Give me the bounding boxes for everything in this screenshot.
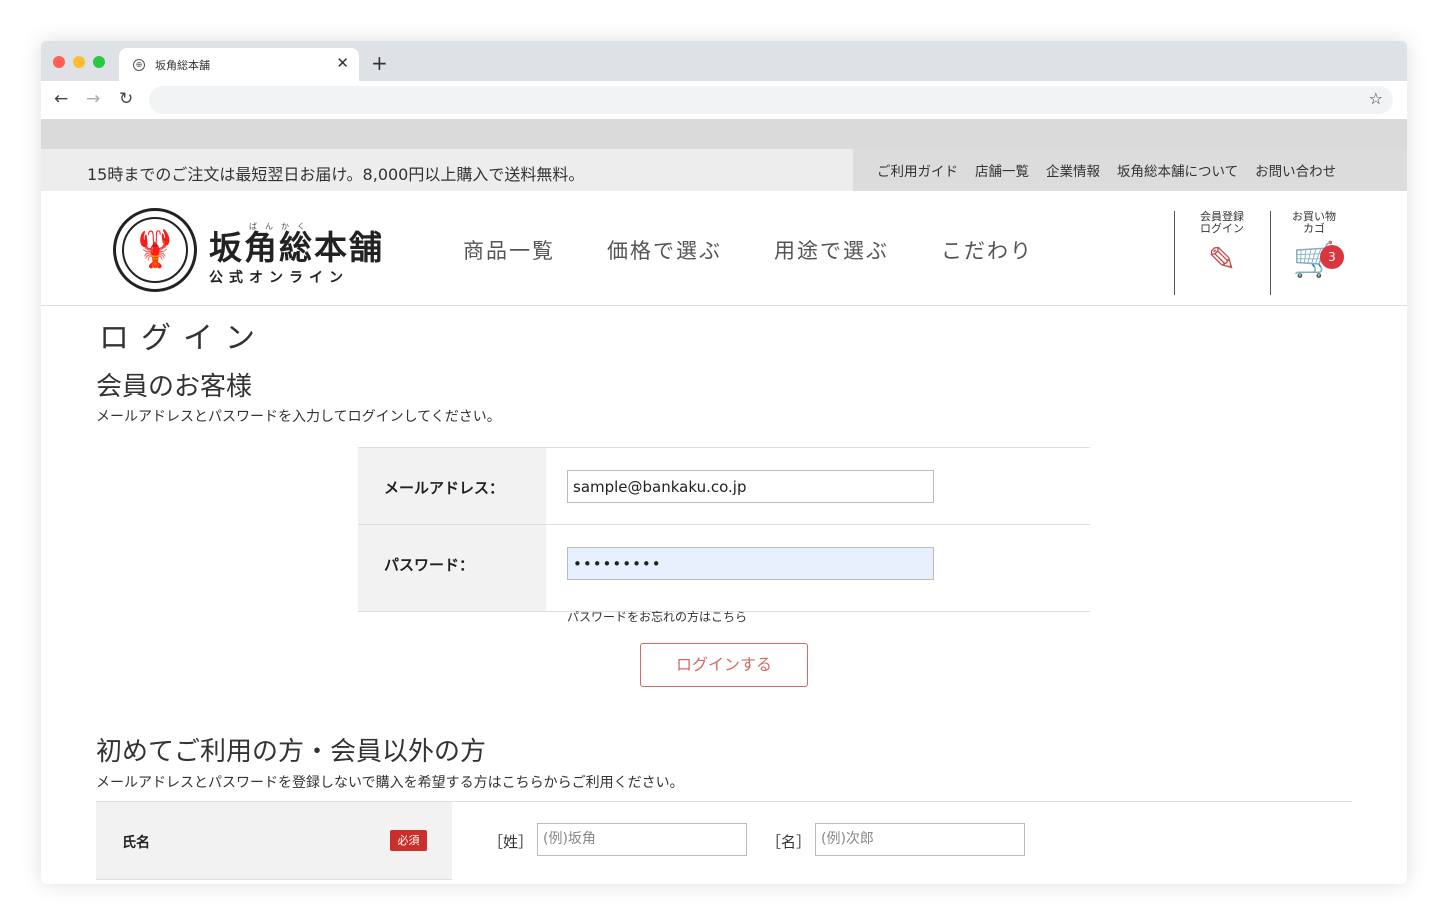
login-button[interactable]: ログインする	[640, 643, 808, 687]
close-window-button[interactable]	[53, 56, 65, 68]
nav-commitment[interactable]: こだわり	[941, 235, 1033, 265]
logo-name[interactable]: 坂角総本舗	[209, 221, 384, 269]
link-company[interactable]: 企業情報	[1046, 160, 1100, 180]
email-label: メールアドレス：	[358, 448, 546, 524]
new-tab-button[interactable]: +	[371, 51, 388, 75]
browser-tab[interactable]: ⊕ 坂角総本舗 ✕	[119, 48, 359, 81]
lobster-logo-icon[interactable]: 🦞	[113, 208, 197, 292]
header-divider	[1174, 211, 1175, 295]
login-form: メールアドレス： パスワード： パスワードをお忘れの方はこちら	[358, 447, 1090, 624]
site-header: 🦞 ばんかく 坂角総本舗 公式オンライン 商品一覧 価格で選ぶ 用途で選ぶ こだ…	[41, 191, 1407, 306]
link-guide[interactable]: ご利用ガイド	[877, 160, 958, 180]
email-row: メールアドレス：	[358, 448, 1090, 525]
login-label: ログイン	[1200, 222, 1244, 235]
cart-button[interactable]: お買い物 カゴ 🛒 3	[1279, 211, 1349, 279]
last-name-input[interactable]: (例)坂角	[537, 823, 747, 856]
tab-strip: ⊕ 坂角総本舗 ✕ +	[41, 41, 1407, 81]
account-button[interactable]: 会員登録 ログイン ✎	[1187, 211, 1257, 280]
nav-by-purpose[interactable]: 用途で選ぶ	[774, 235, 889, 265]
name-label: 氏名	[122, 835, 150, 851]
main-nav: 商品一覧 価格で選ぶ 用途で選ぶ こだわり	[463, 235, 1033, 265]
utility-links: ご利用ガイド 店舗一覧 企業情報 坂角総本舗について お問い合わせ	[853, 149, 1407, 191]
maximize-window-button[interactable]	[93, 56, 105, 68]
tab-title: 坂角総本舗	[155, 59, 210, 72]
first-name-input[interactable]: (例)次郎	[815, 823, 1025, 856]
password-row: パスワード： パスワードをお忘れの方はこちら	[358, 525, 1090, 624]
nav-products[interactable]: 商品一覧	[463, 235, 555, 265]
logo-subtitle: 公式オンライン	[209, 270, 349, 286]
guest-form: 氏名 必須 ［姓］ (例)坂角 ［名］ (例)次郎	[96, 801, 1352, 881]
close-tab-icon[interactable]: ✕	[336, 54, 349, 72]
edit-pencil-icon: ✎	[1207, 240, 1237, 280]
browser-toolbar: ← → ↻ ☆	[41, 81, 1407, 119]
password-label: パスワード：	[358, 525, 546, 611]
page-title: ログイン	[99, 321, 267, 356]
member-heading: 会員のお客様	[96, 372, 253, 402]
minimize-window-button[interactable]	[73, 56, 85, 68]
cart-count-badge: 3	[1320, 245, 1344, 269]
page-top-strip	[41, 119, 1407, 149]
member-description: メールアドレスとパスワードを入力してログインしてください。	[96, 409, 501, 425]
forgot-password-link[interactable]: パスワードをお忘れの方はこちら	[567, 608, 747, 625]
bookmark-star-icon[interactable]: ☆	[1369, 89, 1383, 108]
last-name-label: ［姓］	[488, 833, 534, 851]
back-arrow-icon[interactable]: ←	[54, 89, 68, 109]
link-stores[interactable]: 店舗一覧	[975, 160, 1029, 180]
nav-by-price[interactable]: 価格で選ぶ	[607, 235, 722, 265]
link-contact[interactable]: お問い合わせ	[1255, 160, 1336, 180]
browser-window: ⊕ 坂角総本舗 ✕ + ← → ↻ ☆ 15時までのご注文は最短翌日お届け。8,…	[41, 41, 1407, 884]
email-input[interactable]	[567, 470, 934, 503]
globe-icon: ⊕	[133, 59, 145, 71]
window-controls	[53, 56, 105, 68]
first-name-label: ［名］	[766, 833, 812, 851]
address-bar[interactable]: ☆	[149, 86, 1393, 114]
header-divider	[1270, 211, 1271, 295]
cart-label-2: カゴ	[1303, 222, 1325, 235]
password-input[interactable]	[567, 547, 934, 580]
required-badge: 必須	[390, 830, 427, 851]
info-bar: 15時までのご注文は最短翌日お届け。8,000円以上購入で送料無料。 ご利用ガイ…	[41, 149, 1407, 191]
shipping-notice: 15時までのご注文は最短翌日お届け。8,000円以上購入で送料無料。	[87, 165, 585, 184]
name-label-cell: 氏名 必須	[96, 802, 452, 880]
forward-arrow-icon[interactable]: →	[86, 89, 100, 109]
link-about[interactable]: 坂角総本舗について	[1117, 160, 1238, 180]
guest-heading: 初めてご利用の方・会員以外の方	[96, 737, 487, 767]
guest-description: メールアドレスとパスワードを登録しないで購入を希望する方はこちらからご利用くださ…	[96, 775, 684, 791]
reload-icon[interactable]: ↻	[119, 89, 133, 109]
